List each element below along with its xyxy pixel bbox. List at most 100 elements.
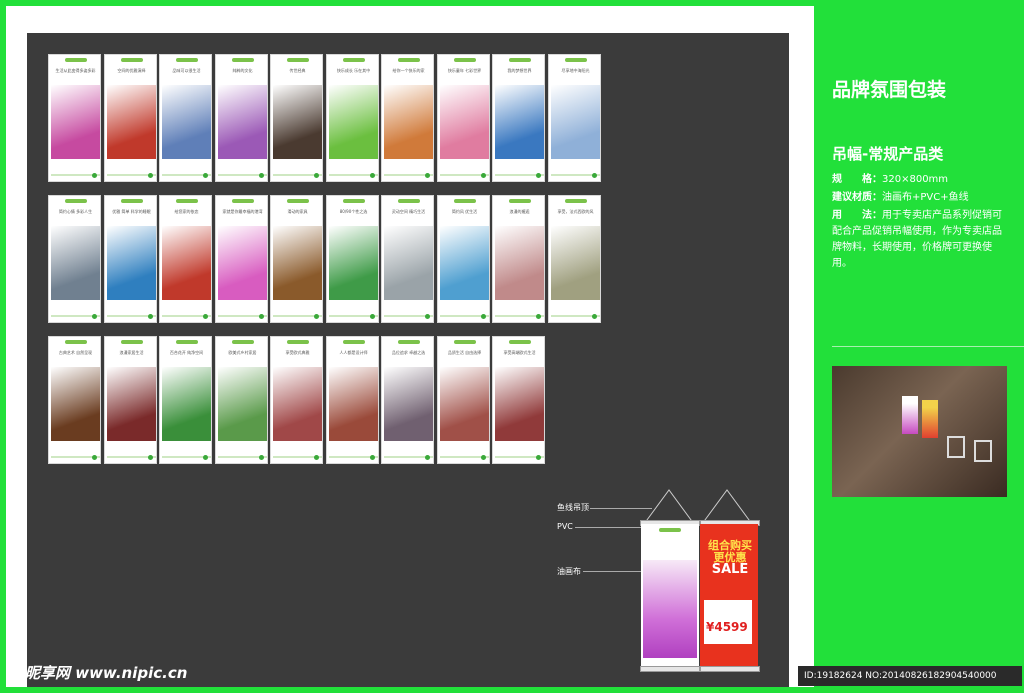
banner-slogan: 尽享地中海阳光 [561, 68, 590, 73]
banner-slogan: 给你一个快乐的家 [392, 68, 425, 73]
spec-usage: 用 法：用于专卖店产品系列促销可配合产品促销吊幅使用，作为专卖店品牌物料，长期使… [832, 208, 1010, 272]
banner-slogan: 浪漫家居生活 [119, 350, 144, 355]
photo-hanging-banner [922, 400, 938, 438]
banner-card: 家就是你最幸福的港湾 [215, 195, 268, 323]
banner-image [440, 367, 489, 441]
spec-size: 规 格：320×800mm [832, 172, 1010, 188]
banner-slogan: 享受高端欧式生活 [503, 350, 536, 355]
photo-frame [947, 436, 965, 458]
brand-mark-icon [592, 173, 597, 178]
brand-logo [659, 528, 681, 532]
banner-card: 浪漫的邂逅 [492, 195, 545, 323]
brand-mark-icon [92, 314, 97, 319]
banner-slogan: 品位追求 卓越之选 [391, 350, 426, 355]
brand-logo [343, 199, 365, 203]
brand-logo [232, 340, 254, 344]
banner-card: 品质生活 自由选择 [437, 336, 490, 464]
banner-image [107, 367, 156, 441]
banner-image [273, 226, 322, 300]
banner-slogan: 简约风 优生活 [451, 209, 478, 214]
banner-card: 快乐童年 七彩世界 [437, 54, 490, 182]
banner-slogan: 生活从此变得多姿多彩 [55, 68, 96, 73]
brand-logo [176, 340, 198, 344]
banner-card: 生活从此变得多姿多彩 [48, 54, 101, 182]
banner-slogan: 灵动空间 精巧生活 [391, 209, 426, 214]
banner-card: 百合花开 纯净空间 [159, 336, 212, 464]
spec-material: 建议材质：油画布+PVC+鱼线 [832, 190, 1010, 206]
brand-mark-icon [481, 173, 486, 178]
banner-card: 欧美式乡村家居 [215, 336, 268, 464]
brand-mark-icon [536, 455, 541, 460]
banner-card: 传世经典 [270, 54, 323, 182]
banner-card: 给您家的依恋 [159, 195, 212, 323]
brand-mark-icon [370, 173, 375, 178]
store-photo [832, 366, 1007, 497]
banner-slogan: 滑动的家具 [287, 209, 308, 214]
bottom-rod [700, 666, 760, 672]
banner-card: 尽享地中海阳光 [548, 54, 601, 182]
brand-mark-icon [370, 455, 375, 460]
brand-logo [65, 58, 87, 62]
banner-slogan: 我的梦想世界 [507, 68, 532, 73]
banner-card: 享受欧式典雅 [270, 336, 323, 464]
brand-logo [121, 199, 143, 203]
banner-image [329, 85, 378, 159]
banner-card: 灵动空间 精巧生活 [381, 195, 434, 323]
banner-card: 享受，法式西欧的风 [548, 195, 601, 323]
banner-image [440, 226, 489, 300]
banner-image [218, 85, 267, 159]
brand-logo [398, 199, 420, 203]
banner-image [384, 85, 433, 159]
brand-mark-icon [148, 455, 153, 460]
sale-headline-text: 组合购买更优惠 [708, 539, 752, 564]
brand-logo [65, 340, 87, 344]
brand-logo [454, 58, 476, 62]
banner-card: 纯粹的文化 [215, 54, 268, 182]
banner-slogan: 简约心情 多彩人生 [58, 209, 93, 214]
photo-frame [974, 440, 992, 462]
banner-image [51, 367, 100, 441]
banner-slogan: 欧美式乡村家居 [228, 350, 257, 355]
banner-slogan: 优雅 简单 科学的睡眠 [112, 209, 151, 214]
banner-slogan: 传世经典 [289, 68, 306, 73]
sale-headline: 组合购买更优惠 SALE [706, 539, 754, 577]
brand-logo [287, 58, 309, 62]
banner-card: 简约心情 多彩人生 [48, 195, 101, 323]
brand-logo [232, 199, 254, 203]
leader-line [575, 527, 645, 528]
brand-mark-icon [481, 314, 486, 319]
watermark-site: 昵享网 www.nipic.cn [25, 664, 188, 682]
banner-card: 人人都是设计师 [326, 336, 379, 464]
brand-logo [565, 199, 587, 203]
brand-logo [509, 340, 531, 344]
banner-slogan: 80/90个性之选 [339, 209, 368, 214]
banner-image [495, 367, 544, 441]
brand-logo [454, 340, 476, 344]
page-subtitle: 吊幅-常规产品类 [832, 145, 944, 163]
brand-logo [454, 199, 476, 203]
brand-logo [121, 58, 143, 62]
brand-mark-icon [536, 173, 541, 178]
brand-logo [232, 58, 254, 62]
brand-mark-icon [314, 173, 319, 178]
banner-image [551, 85, 600, 159]
banner-slogan: 享受，法式西欧的风 [557, 209, 594, 214]
brand-mark-icon [92, 455, 97, 460]
brand-logo [121, 340, 143, 344]
banner-slogan: 给您家的依恋 [174, 209, 199, 214]
spec-material-value: 油画布+PVC+鱼线 [882, 192, 969, 203]
label-canvas: 油画布 [557, 567, 581, 576]
brand-mark-icon [203, 455, 208, 460]
banner-image [495, 85, 544, 159]
banner-image [329, 367, 378, 441]
spec-usage-label: 用 法： [832, 210, 882, 221]
banner-slogan: 浪漫的邂逅 [509, 209, 530, 214]
banner-slogan: 古典艺术 自然呈现 [58, 350, 93, 355]
banner-slogan: 快乐成长 乐在其中 [336, 68, 371, 73]
brand-mark-icon [148, 314, 153, 319]
banner-image [107, 85, 156, 159]
banner-card: 快乐成长 乐在其中 [326, 54, 379, 182]
banner-card: 简约风 优生活 [437, 195, 490, 323]
brand-mark-icon [92, 173, 97, 178]
brand-mark-icon [425, 455, 430, 460]
